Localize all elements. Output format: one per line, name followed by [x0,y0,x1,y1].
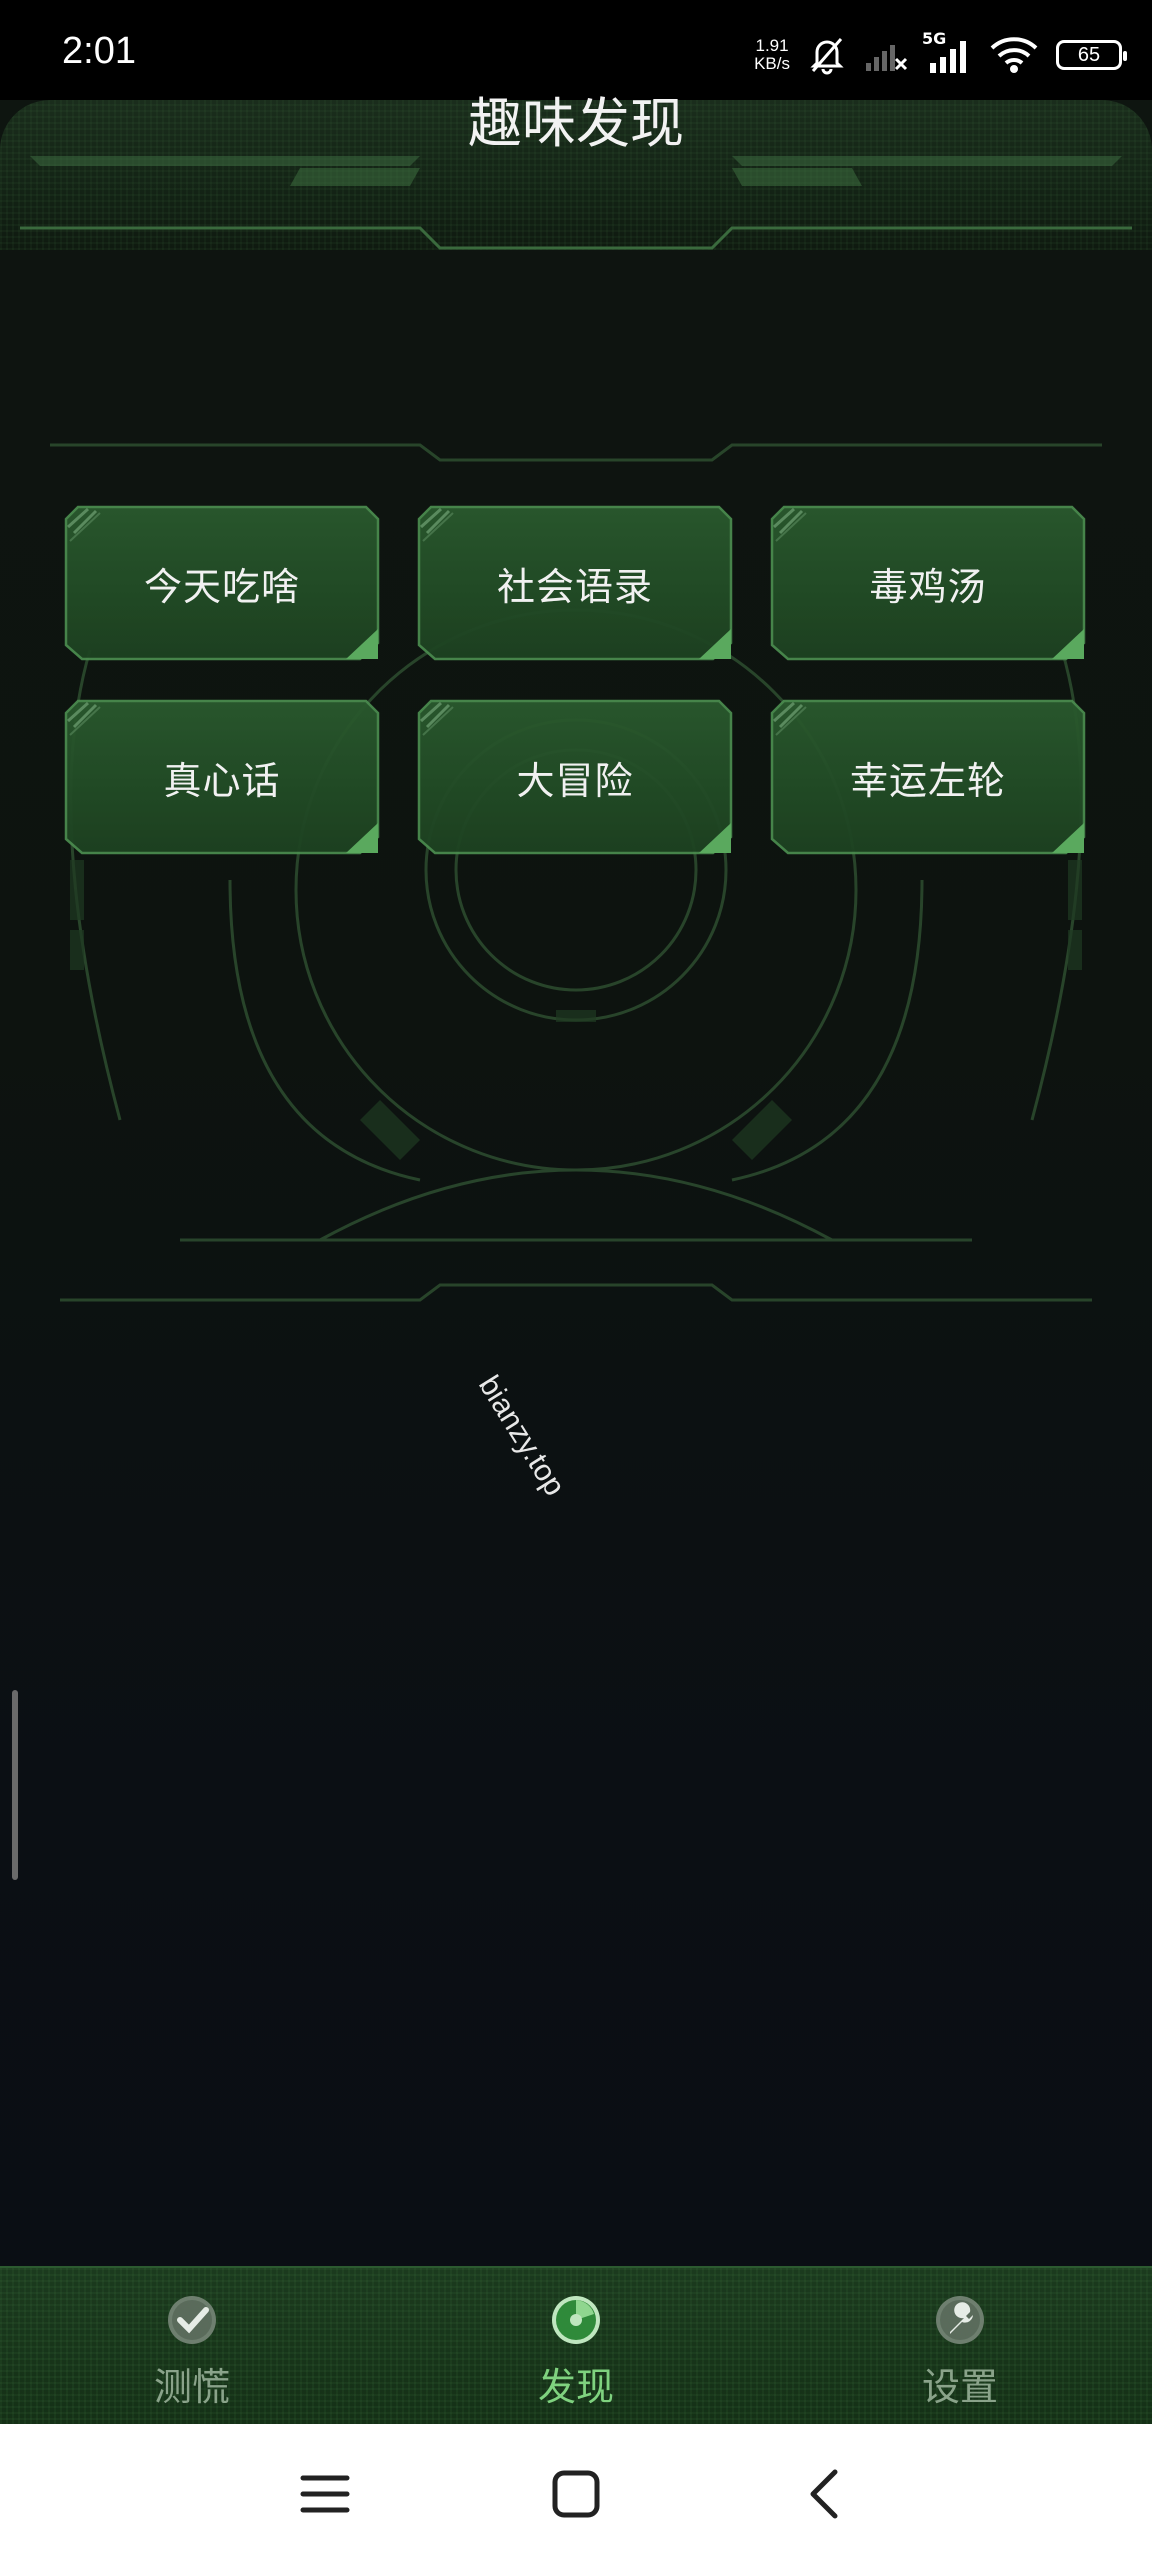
tab-test[interactable]: 测慌 [0,2268,384,2426]
back-icon[interactable] [797,2464,857,2524]
fun-button-label: 真心话 [163,758,281,803]
status-time: 2:01 [62,30,136,72]
page-header: 趣味发现 [0,92,1152,250]
check-badge-icon [168,2296,216,2344]
tab-label-settings: 设置 [921,2365,998,2409]
page-title: 趣味发现 [468,92,684,155]
status-bar: 2:01 1.91 KB/s 5G 65 [0,0,1152,100]
fun-button-label: 毒鸡汤 [869,564,987,609]
fun-button[interactable]: 幸运左轮 [770,699,1086,855]
app-screen: 2:01 1.91 KB/s 5G 65 趣味发现 今天吃啥 社会语录 毒鸡汤 … [0,0,1152,2560]
network-speed: 1.91 KB/s [754,37,790,73]
fun-button-label: 今天吃啥 [143,564,300,609]
tab-settings[interactable]: 设置 [768,2268,1152,2426]
radar-icon [552,2296,600,2344]
menu-icon[interactable] [295,2464,355,2524]
watermark-text: bianzy.top [472,1370,572,1502]
fun-button[interactable]: 社会语录 [417,505,733,661]
bottom-tab-bar: 测慌 发现 设置 [0,2266,1152,2426]
net-speed-unit: KB/s [754,54,790,73]
fun-button[interactable]: 真心话 [64,699,380,855]
system-nav-bar [0,2424,1152,2560]
wrench-icon [936,2296,984,2344]
fun-grid: 今天吃啥 社会语录 毒鸡汤 真心话 大冒险 幸运左轮 [64,505,1088,855]
network-type: 5G [922,29,947,48]
fun-button[interactable]: 大冒险 [417,699,733,855]
fun-button-label: 社会语录 [496,564,653,609]
tab-label-discover: 发现 [537,2365,614,2409]
fun-button[interactable]: 毒鸡汤 [770,505,1086,661]
battery-icon: 65 [1056,40,1127,70]
net-speed-value: 1.91 [755,36,789,55]
signal-weak-icon [864,37,908,73]
wifi-icon [990,36,1038,74]
scroll-indicator[interactable] [12,1690,18,1880]
fun-button-label: 幸运左轮 [849,758,1006,803]
mute-bell-icon [808,35,846,75]
tab-discover[interactable]: 发现 [384,2268,768,2426]
status-icons: 1.91 KB/s 5G 65 [754,29,1127,80]
fun-button[interactable]: 今天吃啥 [64,505,380,661]
signal-5g-icon: 5G [922,29,972,75]
tab-label-test: 测慌 [153,2365,230,2409]
fun-button-label: 大冒险 [516,758,634,803]
home-icon[interactable] [546,2464,606,2524]
